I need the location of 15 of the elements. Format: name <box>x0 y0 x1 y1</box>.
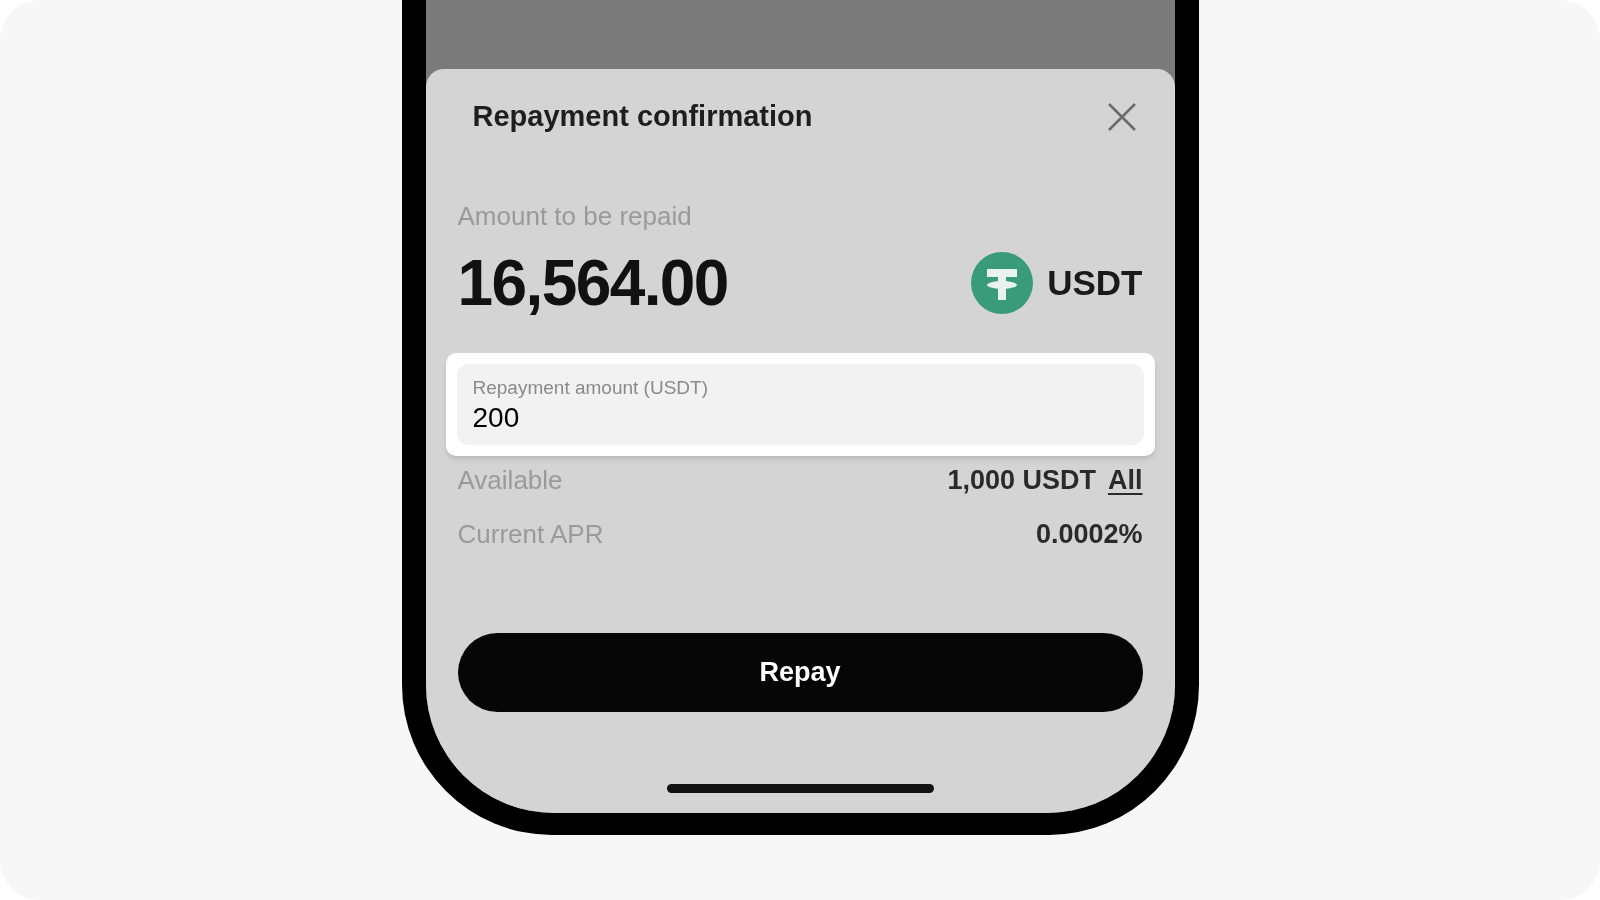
info-value: 0.0002% <box>1035 518 1143 552</box>
field-value: 200 <box>472 400 521 435</box>
info-label: Current APR <box>457 518 604 551</box>
sheet-title: Repayment confirmation <box>472 99 813 135</box>
amount-label: Amount to be repaid <box>457 203 693 229</box>
info-label: Available <box>457 463 563 497</box>
token-icon <box>971 252 1034 314</box>
repay-button[interactable]: Repay <box>457 632 1143 712</box>
info-value: 1,000 USDT <box>947 463 1096 497</box>
field-label: Repayment amount (USDT) <box>472 376 709 400</box>
close-icon[interactable] <box>1106 102 1137 132</box>
amount-field[interactable]: Repayment amount (USDT) 200 <box>456 364 1144 445</box>
currency-label: USDT <box>1047 261 1143 304</box>
all-link[interactable]: All <box>1108 459 1143 501</box>
amount-value: 16,564.00 <box>457 251 728 315</box>
